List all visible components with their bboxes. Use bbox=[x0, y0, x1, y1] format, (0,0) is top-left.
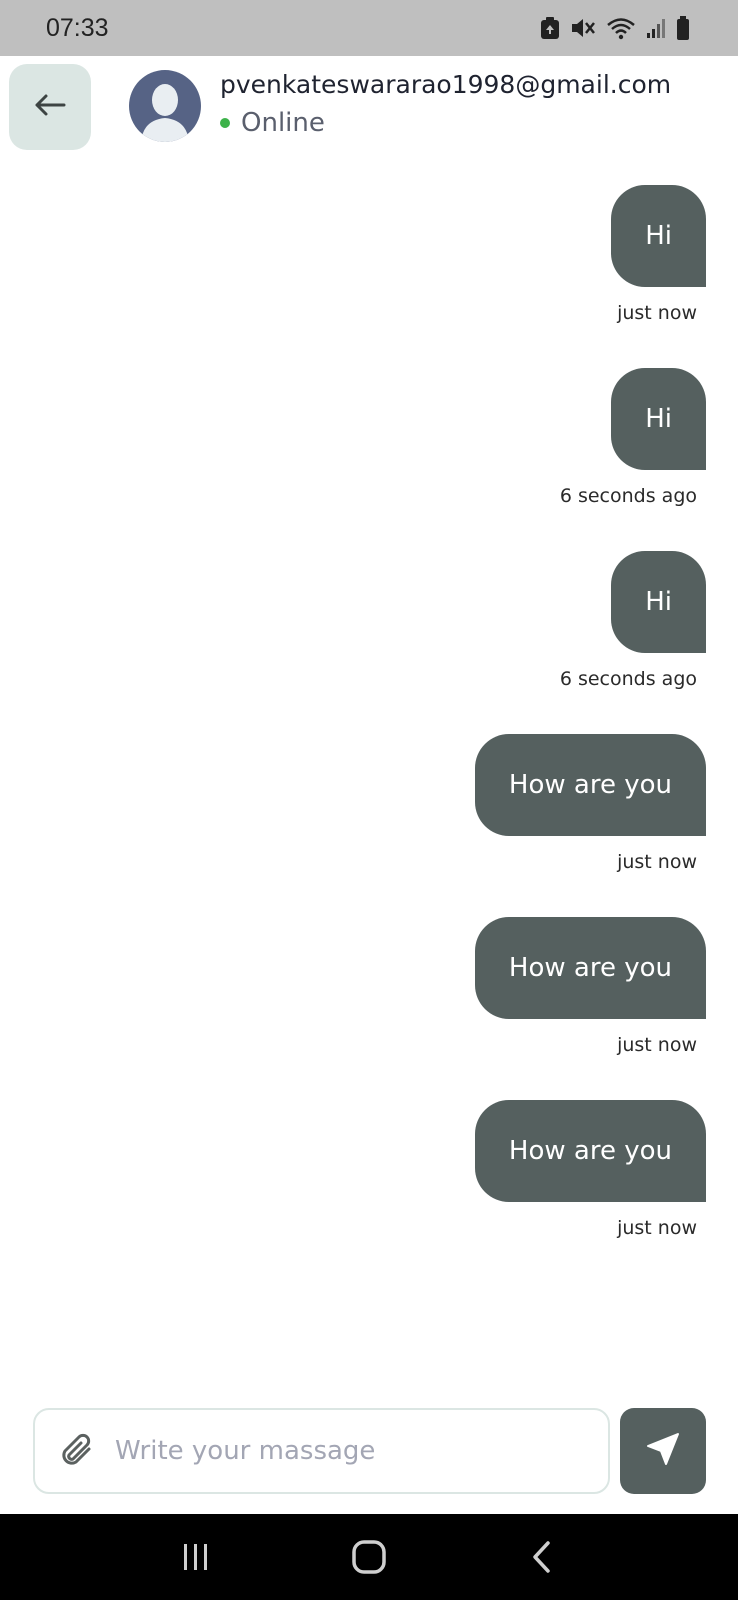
battery-saver-icon bbox=[540, 16, 560, 40]
online-dot-icon bbox=[220, 118, 230, 128]
signal-icon bbox=[646, 16, 666, 40]
home-icon[interactable] bbox=[339, 1527, 399, 1587]
back-button[interactable] bbox=[9, 64, 91, 150]
recent-apps-icon[interactable] bbox=[166, 1527, 226, 1587]
send-button[interactable] bbox=[620, 1408, 706, 1494]
message-item: How are you just now bbox=[474, 1100, 706, 1239]
message-item: Hi 6 seconds ago bbox=[560, 368, 706, 507]
message-input[interactable] bbox=[115, 1436, 565, 1466]
message-composer bbox=[0, 1406, 738, 1496]
message-item: Hi 6 seconds ago bbox=[560, 551, 706, 690]
message-timestamp: just now bbox=[617, 851, 697, 873]
chat-header: pvenkateswararao1998@gmail.com Online bbox=[0, 56, 738, 166]
avatar[interactable] bbox=[129, 70, 201, 142]
person-silhouette-icon bbox=[141, 84, 189, 142]
message-timestamp: 6 seconds ago bbox=[559, 485, 697, 507]
message-bubble[interactable]: How are you bbox=[474, 917, 706, 1019]
message-timestamp: just now bbox=[617, 1034, 697, 1056]
battery-icon bbox=[676, 15, 690, 41]
presence-status: Online bbox=[220, 108, 325, 138]
chat-screen: 07:33 pvenkateswararao1998@gmail.com Onl… bbox=[0, 0, 738, 1600]
contact-name: pvenkateswararao1998@gmail.com bbox=[220, 70, 672, 99]
status-time: 07:33 bbox=[46, 13, 109, 42]
status-bar: 07:33 bbox=[0, 0, 738, 56]
system-nav-bar bbox=[0, 1514, 738, 1600]
message-timestamp: just now bbox=[617, 1217, 697, 1239]
message-bubble[interactable]: Hi bbox=[611, 551, 706, 653]
paperclip-icon[interactable] bbox=[59, 1432, 95, 1470]
message-bubble[interactable]: How are you bbox=[474, 734, 706, 836]
send-icon bbox=[645, 1431, 681, 1471]
message-bubble[interactable]: How are you bbox=[474, 1100, 706, 1202]
message-field[interactable] bbox=[33, 1408, 610, 1494]
message-bubble[interactable]: Hi bbox=[611, 185, 706, 287]
message-item: How are you just now bbox=[474, 917, 706, 1056]
message-timestamp: just now bbox=[617, 302, 697, 324]
message-bubble[interactable]: Hi bbox=[611, 368, 706, 470]
mute-icon bbox=[570, 16, 596, 40]
arrow-left-icon bbox=[33, 93, 67, 121]
message-item: Hi just now bbox=[611, 185, 706, 324]
wifi-icon bbox=[606, 16, 636, 40]
status-icons bbox=[540, 15, 690, 41]
message-timestamp: 6 seconds ago bbox=[559, 668, 697, 690]
message-item: How are you just now bbox=[474, 734, 706, 873]
presence-text: Online bbox=[241, 108, 325, 138]
back-icon[interactable] bbox=[512, 1527, 572, 1587]
